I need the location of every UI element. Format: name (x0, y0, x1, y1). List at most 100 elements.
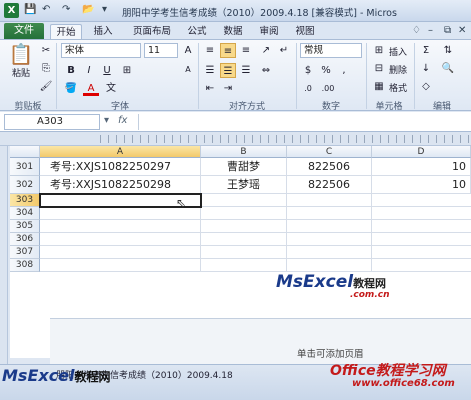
grow-font-button[interactable]: A (180, 43, 196, 58)
insert-cells-label[interactable]: 插入 (389, 45, 407, 58)
cell-a302[interactable]: 考号:XXJS1082250298 (40, 176, 201, 194)
separator (198, 43, 199, 109)
align-left-icon[interactable]: ☰ (202, 63, 218, 78)
ribbon-minimize-icon[interactable]: – (428, 25, 433, 36)
redo-icon[interactable]: ↷ (62, 4, 70, 18)
excel-logo-icon[interactable]: X (4, 3, 19, 18)
name-box[interactable]: A303 (4, 114, 100, 130)
align-top-icon[interactable]: ≡ (202, 43, 218, 58)
orientation-icon[interactable]: ↗ (258, 43, 274, 58)
row-header-302[interactable]: 302 (10, 176, 40, 194)
tab-review[interactable]: 审阅 (256, 24, 282, 39)
column-header-d[interactable]: D (372, 146, 471, 158)
cell-a301[interactable]: 考号:XXJS1082250297 (40, 158, 201, 176)
cell-d301[interactable]: 10 (372, 158, 471, 176)
font-size-select[interactable]: 11 (144, 43, 178, 58)
select-all-corner[interactable] (10, 146, 40, 158)
increase-indent-icon[interactable]: ⇥ (220, 81, 236, 96)
separator (296, 43, 297, 109)
align-right-icon[interactable]: ☰ (238, 63, 254, 78)
fill-button[interactable]: ↓ (418, 61, 434, 76)
close-icon[interactable]: ✕ (458, 25, 466, 36)
page-header-area[interactable] (50, 318, 471, 364)
ribbon: 📋 粘贴 ✂ ⎘ 🖌 剪贴板 宋体 11 A A B I U ⊞ 🪣 A 文 字… (0, 39, 471, 112)
wrap-text-icon[interactable]: ↵ (276, 43, 292, 58)
row-header-308[interactable]: 308 (10, 259, 40, 272)
formula-input[interactable] (138, 114, 468, 130)
bottom-logo-text: MsExcel (2, 366, 75, 385)
watermark-brand: MsExcel教程网 (276, 272, 386, 292)
find-select-icon[interactable]: 🔍 (440, 61, 456, 76)
bottom-logo: MsExcel教程网 (2, 366, 111, 385)
clear-button[interactable]: ◇ (418, 79, 434, 94)
add-header-hint[interactable]: 单击可添加页眉 (297, 346, 364, 360)
alignment-group-label: 对齐方式 (228, 102, 265, 112)
increase-decimal-icon[interactable]: .0 (300, 81, 316, 96)
undo-icon[interactable]: ↶ (42, 4, 50, 18)
row-header-305[interactable]: 305 (10, 220, 40, 233)
underline-button[interactable]: U (99, 63, 115, 78)
format-cells-icon[interactable]: ▦ (371, 79, 387, 94)
column-header-a[interactable]: A (40, 146, 201, 158)
tab-page-layout[interactable]: 页面布局 (128, 24, 176, 39)
row-header-303[interactable]: 303 (10, 194, 40, 207)
cell-b301[interactable]: 曹甜梦 (201, 158, 287, 176)
paste-label: 粘贴 (11, 69, 30, 79)
tab-insert[interactable]: 插入 (88, 24, 118, 39)
copy-icon[interactable]: ⎘ (38, 61, 54, 76)
row-header-306[interactable]: 306 (10, 233, 40, 246)
column-header-b[interactable]: B (201, 146, 287, 158)
editing-group-label: 编辑 (432, 102, 451, 112)
delete-cells-label[interactable]: 删除 (389, 63, 407, 76)
tab-data[interactable]: 数据 (220, 24, 246, 39)
cell-c302[interactable]: 822506 (287, 176, 372, 194)
cut-icon[interactable]: ✂ (38, 43, 54, 58)
help-icon[interactable]: ♢ (412, 25, 421, 36)
align-center-icon[interactable]: ☰ (220, 63, 236, 78)
site-url: www.office68.com (352, 378, 455, 389)
sort-filter-icon[interactable]: ⇅ (440, 43, 456, 58)
fill-color-icon[interactable]: 🪣 (63, 81, 79, 96)
borders-icon[interactable]: ⊞ (119, 63, 135, 78)
cell-d302[interactable]: 10 (372, 176, 471, 194)
cell-c301[interactable]: 822506 (287, 158, 372, 176)
insert-function-icon[interactable]: fx (118, 115, 127, 126)
restore-icon[interactable]: ⧉ (444, 25, 451, 36)
watermark-brand-text: MsExcel (276, 272, 354, 292)
tab-file[interactable]: 文件 (4, 23, 44, 39)
qat-customize-icon[interactable]: ▾ (102, 4, 107, 18)
font-color-button[interactable]: A (83, 81, 99, 96)
cell-b302[interactable]: 王梦瑶 (201, 176, 287, 194)
tab-home[interactable]: 开始 (50, 24, 82, 39)
open-folder-icon[interactable]: 📂 (82, 4, 94, 18)
format-painter-icon[interactable]: 🖌 (38, 79, 54, 94)
percent-button[interactable]: % (318, 63, 334, 78)
autosum-button[interactable]: Σ (418, 43, 434, 58)
currency-button[interactable]: $ (300, 63, 316, 78)
phonetic-icon[interactable]: 文 (103, 81, 119, 96)
italic-button[interactable]: I (81, 63, 97, 78)
cells-group-label: 单元格 (375, 102, 403, 112)
paste-button[interactable]: 📋 粘贴 (6, 42, 36, 79)
row-header-304[interactable]: 304 (10, 207, 40, 220)
save-icon[interactable]: 💾 (24, 4, 36, 18)
number-format-select[interactable]: 常规 (300, 43, 362, 58)
format-cells-label[interactable]: 格式 (389, 81, 407, 94)
align-bottom-icon[interactable]: ≡ (238, 43, 254, 58)
decrease-indent-icon[interactable]: ⇤ (202, 81, 218, 96)
align-middle-icon[interactable]: ≡ (220, 43, 236, 58)
tab-formulas[interactable]: 公式 (184, 24, 210, 39)
tab-view[interactable]: 视图 (292, 24, 318, 39)
row-header-307[interactable]: 307 (10, 246, 40, 259)
bold-button[interactable]: B (63, 63, 79, 78)
merge-center-icon[interactable]: ⇔ (258, 63, 274, 78)
column-header-c[interactable]: C (287, 146, 372, 158)
comma-button[interactable]: , (336, 63, 352, 78)
delete-cells-icon[interactable]: ⊟ (371, 61, 387, 76)
shrink-font-button[interactable]: A (180, 62, 196, 77)
font-name-select[interactable]: 宋体 (61, 43, 141, 58)
name-box-dropdown-icon[interactable]: ▾ (104, 115, 109, 126)
decrease-decimal-icon[interactable]: .00 (320, 81, 336, 96)
insert-cells-icon[interactable]: ⊞ (371, 43, 387, 58)
row-header-301[interactable]: 301 (10, 158, 40, 176)
